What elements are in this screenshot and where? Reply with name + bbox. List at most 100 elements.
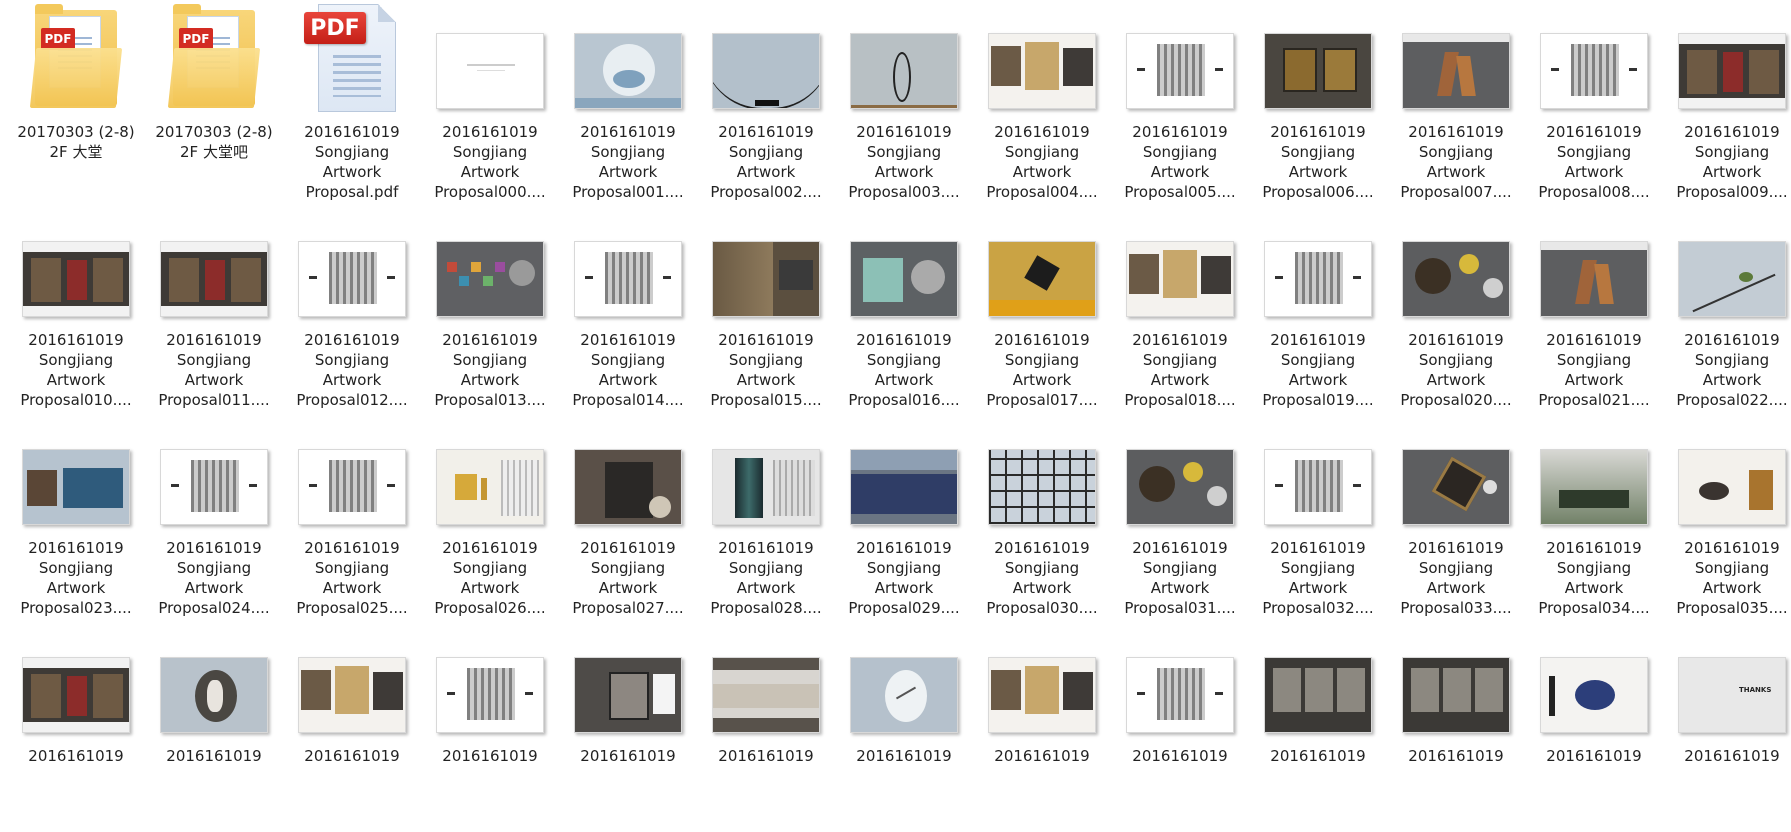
file-item[interactable]: THANKS 2016161019 bbox=[1663, 624, 1791, 832]
file-name-label: 2016161019 Songjiang Artwork Proposal006… bbox=[1262, 123, 1374, 201]
thumbnail-detail bbox=[605, 252, 653, 304]
thumbnail-detail bbox=[1456, 56, 1476, 96]
file-item[interactable]: 2016161019 bbox=[421, 624, 559, 832]
file-name-label: 2016161019 bbox=[718, 747, 814, 765]
file-item[interactable]: PDF 20170303 (2-8) 2F 大堂 bbox=[7, 0, 145, 208]
image-thumbnail bbox=[1678, 33, 1786, 109]
file-item[interactable]: 2016161019 bbox=[7, 624, 145, 832]
file-item[interactable]: 2016161019 Songjiang Artwork Proposal011… bbox=[145, 208, 283, 416]
file-item[interactable]: 2016161019 Songjiang Artwork Proposal010… bbox=[7, 208, 145, 416]
file-item[interactable]: PDF 2016161019 Songjiang Artwork Proposal… bbox=[283, 0, 421, 208]
file-name-label: 2016161019 Songjiang Artwork Proposal009… bbox=[1676, 123, 1788, 201]
file-item[interactable]: 2016161019 Songjiang Artwork Proposal016… bbox=[835, 208, 973, 416]
thumbnail-detail bbox=[989, 300, 1095, 316]
file-item[interactable]: 2016161019 Songjiang Artwork Proposal012… bbox=[283, 208, 421, 416]
file-item[interactable]: 2016161019 Songjiang Artwork Proposal030… bbox=[973, 416, 1111, 624]
file-icon-area bbox=[145, 208, 283, 326]
file-item[interactable]: 2016161019 Songjiang Artwork Proposal028… bbox=[697, 416, 835, 624]
file-item[interactable]: 2016161019 Songjiang Artwork Proposal018… bbox=[1111, 208, 1249, 416]
file-item[interactable]: 2016161019 Songjiang Artwork Proposal025… bbox=[283, 416, 421, 624]
image-thumbnail bbox=[1540, 241, 1648, 317]
file-item[interactable]: 2016161019 Songjiang Artwork Proposal033… bbox=[1387, 416, 1525, 624]
thumbnail-detail bbox=[1551, 68, 1559, 71]
file-name-label: 2016161019 Songjiang Artwork Proposal007… bbox=[1400, 123, 1512, 201]
thumbnail-detail bbox=[525, 692, 533, 695]
pdf-badge: PDF bbox=[179, 28, 213, 50]
file-item[interactable]: 2016161019 Songjiang Artwork Proposal004… bbox=[973, 0, 1111, 208]
file-item[interactable]: 2016161019 bbox=[559, 624, 697, 832]
file-icon-area bbox=[697, 208, 835, 326]
file-item[interactable]: 2016161019 bbox=[835, 624, 973, 832]
image-thumbnail bbox=[850, 449, 958, 525]
file-item[interactable]: 2016161019 bbox=[1111, 624, 1249, 832]
file-icon-area bbox=[1387, 208, 1525, 326]
file-name-label: 2016161019 Songjiang Artwork Proposal008… bbox=[1538, 123, 1650, 201]
file-item[interactable]: 2016161019 Songjiang Artwork Proposal032… bbox=[1249, 416, 1387, 624]
image-thumbnail bbox=[1126, 449, 1234, 525]
file-item[interactable]: 2016161019 Songjiang Artwork Proposal009… bbox=[1663, 0, 1791, 208]
file-item[interactable]: 2016161019 Songjiang Artwork Proposal008… bbox=[1525, 0, 1663, 208]
thumbnail-detail bbox=[1157, 668, 1205, 720]
file-item[interactable]: 2016161019 bbox=[973, 624, 1111, 832]
file-item[interactable]: 2016161019 bbox=[1525, 624, 1663, 832]
file-icon-area: PDF bbox=[145, 0, 283, 118]
file-item[interactable]: 2016161019 bbox=[1387, 624, 1525, 832]
thumbnail-detail bbox=[851, 105, 957, 108]
file-name-label: 2016161019 Songjiang Artwork Proposal028… bbox=[710, 539, 822, 617]
file-item[interactable]: 2016161019 Songjiang Artwork Proposal002… bbox=[697, 0, 835, 208]
image-thumbnail bbox=[436, 33, 544, 109]
file-item[interactable]: 2016161019 Songjiang Artwork Proposal014… bbox=[559, 208, 697, 416]
thumbnail-detail bbox=[1692, 273, 1776, 313]
file-item[interactable]: 2016161019 Songjiang Artwork Proposal035… bbox=[1663, 416, 1791, 624]
file-item[interactable]: 2016161019 Songjiang Artwork Proposal031… bbox=[1111, 416, 1249, 624]
file-item[interactable]: 2016161019 Songjiang Artwork Proposal000… bbox=[421, 0, 559, 208]
file-item[interactable]: 2016161019 Songjiang Artwork Proposal007… bbox=[1387, 0, 1525, 208]
file-item[interactable]: 2016161019 Songjiang Artwork Proposal021… bbox=[1525, 208, 1663, 416]
thumbnail-detail bbox=[23, 242, 129, 252]
file-item[interactable]: 2016161019 Songjiang Artwork Proposal020… bbox=[1387, 208, 1525, 416]
file-item[interactable]: 2016161019 Songjiang Artwork Proposal001… bbox=[559, 0, 697, 208]
thumbnail-detail bbox=[447, 262, 457, 272]
thumbnail-detail bbox=[481, 478, 487, 500]
file-name-label: 2016161019 Songjiang Artwork Proposal021… bbox=[1538, 331, 1650, 409]
file-name-label: 2016161019 Songjiang Artwork Proposal029… bbox=[848, 539, 960, 617]
image-thumbnail bbox=[160, 449, 268, 525]
thumbnail-detail bbox=[1215, 692, 1223, 695]
thumbnail-detail bbox=[335, 666, 369, 714]
file-name-label: 2016161019 Songjiang Artwork Proposal010… bbox=[20, 331, 132, 409]
file-item[interactable]: 2016161019 Songjiang Artwork Proposal022… bbox=[1663, 208, 1791, 416]
image-thumbnail bbox=[712, 657, 820, 733]
file-item[interactable]: 2016161019 Songjiang Artwork Proposal003… bbox=[835, 0, 973, 208]
file-item[interactable]: 2016161019 Songjiang Artwork Proposal029… bbox=[835, 416, 973, 624]
file-name-label: 2016161019 bbox=[442, 747, 538, 765]
file-icon-area bbox=[835, 416, 973, 534]
file-item[interactable]: 2016161019 bbox=[1249, 624, 1387, 832]
thumbnail-detail bbox=[455, 474, 477, 500]
file-item[interactable]: 2016161019 Songjiang Artwork Proposal026… bbox=[421, 416, 559, 624]
file-item[interactable]: 2016161019 Songjiang Artwork Proposal017… bbox=[973, 208, 1111, 416]
file-item[interactable]: PDF 20170303 (2-8) 2F 大堂吧 bbox=[145, 0, 283, 208]
folder-icon: PDF bbox=[29, 4, 123, 110]
file-item[interactable]: 2016161019 Songjiang Artwork Proposal006… bbox=[1249, 0, 1387, 208]
thumbnail-detail bbox=[1201, 256, 1231, 294]
file-item[interactable]: 2016161019 bbox=[145, 624, 283, 832]
file-item[interactable]: 2016161019 Songjiang Artwork Proposal027… bbox=[559, 416, 697, 624]
file-item[interactable]: 2016161019 Songjiang Artwork Proposal015… bbox=[697, 208, 835, 416]
file-item[interactable]: 2016161019 bbox=[697, 624, 835, 832]
image-thumbnail bbox=[1126, 657, 1234, 733]
file-item[interactable]: 2016161019 bbox=[283, 624, 421, 832]
thumbnail-detail bbox=[1739, 272, 1753, 282]
file-icon-area bbox=[697, 416, 835, 534]
file-item[interactable]: 2016161019 Songjiang Artwork Proposal019… bbox=[1249, 208, 1387, 416]
file-item[interactable]: 2016161019 Songjiang Artwork Proposal023… bbox=[7, 416, 145, 624]
file-item[interactable]: 2016161019 Songjiang Artwork Proposal005… bbox=[1111, 0, 1249, 208]
image-thumbnail bbox=[436, 241, 544, 317]
file-name-label: 2016161019 bbox=[1546, 747, 1642, 765]
thumbnail-detail bbox=[653, 674, 675, 714]
file-item[interactable]: 2016161019 Songjiang Artwork Proposal024… bbox=[145, 416, 283, 624]
file-item[interactable]: 2016161019 Songjiang Artwork Proposal034… bbox=[1525, 416, 1663, 624]
file-icon-area bbox=[1663, 416, 1791, 534]
thumbnail-detail bbox=[1273, 668, 1301, 712]
thumbnail-detail bbox=[467, 64, 515, 66]
file-item[interactable]: 2016161019 Songjiang Artwork Proposal013… bbox=[421, 208, 559, 416]
